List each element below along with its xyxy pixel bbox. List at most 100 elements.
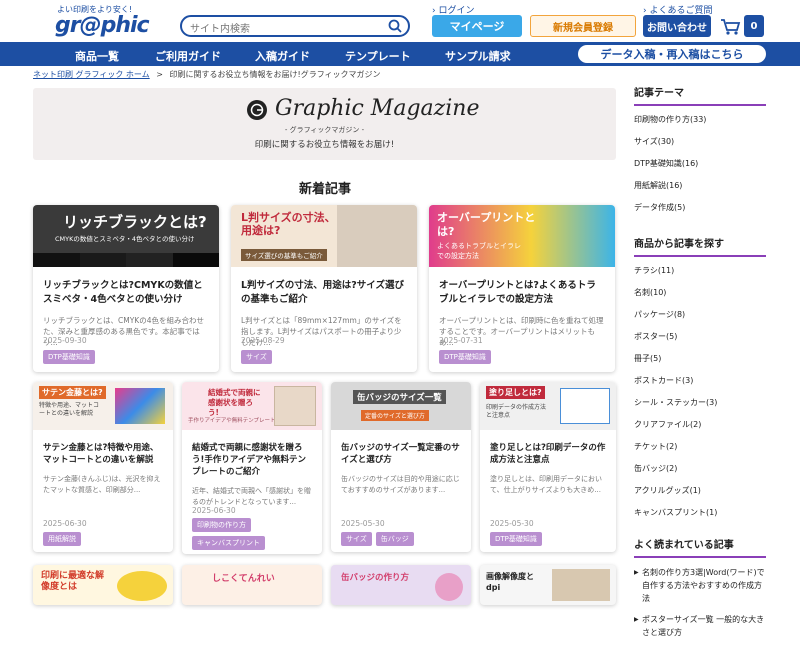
sidebar-theme-item[interactable]: 用紙解説(16) (634, 180, 766, 191)
thumb-title: 結婚式で両親に感謝状を贈ろう! (208, 388, 261, 417)
tag[interactable]: DTP基礎知識 (439, 350, 491, 364)
article-date: 2025-08-29 (241, 336, 285, 345)
sidebar-product-item[interactable]: アクリルグッズ(1) (634, 485, 766, 496)
mypage-button[interactable]: マイページ (432, 15, 522, 37)
paper-sample-image (115, 388, 165, 424)
popular-article-link[interactable]: 名刺の作り方3選|Word(ワード)で自作する方法やおすすめの作成方法 (634, 566, 766, 605)
thumb-title: サテン金藤とは? (39, 386, 106, 399)
article-thumbnail: L判サイズの寸法、用途は? サイズ選びの基準もご紹介 (231, 205, 417, 267)
thumb-title: L判サイズの寸法、用途は? (241, 211, 336, 237)
article-tags: DTP基礎知識 (43, 350, 213, 364)
nav-item-products[interactable]: 商品一覧 (75, 48, 119, 64)
header: よい印刷をより安く! gr@phic › ログイン › よくあるご質問 マイペー… (0, 0, 800, 42)
contact-button[interactable]: お問い合わせ (643, 15, 711, 37)
sunflower-image (117, 571, 167, 601)
article-thumbnail: リッチブラックとは? CMYKの数値とスミベタ・4色ベタとの使い分け (33, 205, 219, 267)
nav-item-samples[interactable]: サンプル請求 (445, 48, 511, 64)
thumb-title: しこくてんれい (212, 574, 275, 584)
article-thumbnail: オーバープリントとは? よくあるトラブルとイラレでの設定方法 (429, 205, 615, 267)
sidebar-product-item[interactable]: キャンバスプリント(1) (634, 507, 766, 518)
thumb-title: 印刷に最適な解像度とは (41, 571, 105, 592)
article-card[interactable]: 塗り足しとは? 印刷データの作成方法と注意点 塗り足しとは?印刷データの作成方法… (480, 382, 616, 552)
tag[interactable]: DTP基礎知識 (490, 532, 542, 546)
search-box[interactable] (180, 15, 410, 39)
sidebar-product-item[interactable]: シール・ステッカー(3) (634, 397, 766, 408)
article-title[interactable]: リッチブラックとは?CMYKの数値とスミベタ・4色ベタとの使い分け (43, 279, 209, 307)
article-card[interactable]: リッチブラックとは? CMYKの数値とスミベタ・4色ベタとの使い分け リッチブラ… (33, 205, 219, 372)
sidebar-product-item[interactable]: パッケージ(8) (634, 309, 766, 320)
cart-count-badge[interactable]: 0 (744, 15, 764, 37)
breadcrumb: ネット印刷 グラフィック ホーム > 印刷に関するお役立ち情報をお届け!グラフィ… (33, 69, 381, 80)
article-thumbnail: 缶バッジのサイズ一覧 定番のサイズと選び方 (331, 382, 471, 430)
cart-icon[interactable] (718, 15, 742, 37)
data-submit-button[interactable]: データ入稿・再入稿はこちら (578, 45, 766, 63)
nav-item-submit-guide[interactable]: 入稿ガイド (255, 48, 310, 64)
nav-item-guide[interactable]: ご利用ガイド (155, 48, 221, 64)
bleed-diagram-image (560, 388, 610, 424)
article-excerpt: 近年、結婚式で両親へ「感謝状」を贈るのがトレンドとなっています... (192, 487, 311, 506)
popular-article-link[interactable]: ポスターサイズ一覧 一般的な大きさと選び方 (634, 613, 766, 639)
article-card[interactable]: 印刷に最適な解像度とは (33, 565, 173, 605)
sidebar-product-item[interactable]: ポスター(5) (634, 331, 766, 342)
sidebar-theme-item[interactable]: 印刷物の作り方(33) (634, 114, 766, 125)
article-title[interactable]: L判サイズの寸法、用途は?サイズ選びの基準もご紹介 (241, 279, 407, 307)
tag[interactable]: サイズ (341, 532, 372, 546)
sidebar-product-item[interactable]: 冊子(5) (634, 353, 766, 364)
logo[interactable]: gr@phic (55, 13, 150, 38)
article-title[interactable]: 結婚式で両親に感謝状を贈ろう!手作りアイデアや無料テンプレートのご紹介 (192, 442, 312, 478)
article-date: 2025-09-30 (43, 336, 87, 345)
article-title[interactable]: オーバープリントとは?よくあるトラブルとイラレでの設定方法 (439, 279, 605, 307)
tag[interactable]: キャンバスプリント (192, 536, 265, 550)
article-thumbnail: サテン金藤とは? 特徴や用途、マットコートとの違いを解説 (33, 382, 173, 430)
article-card[interactable]: 画像解像度とdpi (480, 565, 616, 605)
article-card[interactable]: 結婚式で両親に感謝状を贈ろう! 手作りアイデアや無料テンプレートのご紹介 結婚式… (182, 382, 322, 554)
article-card[interactable]: L判サイズの寸法、用途は? サイズ選びの基準もご紹介 L判サイズの寸法、用途は?… (231, 205, 417, 372)
article-date: 2025-05-30 (490, 519, 534, 528)
magazine-logo-icon (247, 100, 267, 120)
article-title[interactable]: 缶バッジのサイズ一覧定番のサイズと選び方 (341, 442, 461, 466)
tag[interactable]: 用紙解説 (43, 532, 81, 546)
article-card[interactable]: サテン金藤とは? 特徴や用途、マットコートとの違いを解説 サテン金藤とは?特徴や… (33, 382, 173, 552)
article-card[interactable]: 缶バッジのサイズ一覧 定番のサイズと選び方 缶バッジのサイズ一覧定番のサイズと選… (331, 382, 471, 552)
article-title[interactable]: 塗り足しとは?印刷データの作成方法と注意点 (490, 442, 606, 466)
sidebar-product-item[interactable]: チケット(2) (634, 441, 766, 452)
article-date: 2025-06-30 (192, 506, 236, 515)
breadcrumb-separator: > (156, 70, 163, 79)
article-tags: サイズ (241, 350, 411, 364)
sidebar-product-item[interactable]: 缶バッジ(2) (634, 463, 766, 474)
tag[interactable]: DTP基礎知識 (43, 350, 95, 364)
article-tags: DTP基礎知識 (490, 532, 615, 546)
search-input[interactable] (190, 20, 380, 39)
thumb-title: リッチブラックとは? (63, 213, 207, 231)
article-date: 2025-06-30 (43, 519, 87, 528)
sidebar-product-item[interactable]: 名刺(10) (634, 287, 766, 298)
article-card[interactable]: 缶バッジの作り方 (331, 565, 471, 605)
article-title[interactable]: サテン金藤とは?特徴や用途、マットコートとの違いを解説 (43, 442, 163, 466)
black-swatches (33, 253, 219, 267)
article-thumbnail: 結婚式で両親に感謝状を贈ろう! 手作りアイデアや無料テンプレートのご紹介 (182, 382, 322, 430)
tag[interactable]: サイズ (241, 350, 272, 364)
dog-photo-image (552, 569, 610, 601)
breadcrumb-current: 印刷に関するお役立ち情報をお届け!グラフィックマガジン (169, 70, 381, 79)
article-excerpt: 塗り足しとは、印刷用データにおいて、仕上がりサイズよりも大きめ... (490, 475, 602, 494)
sidebar-product-item[interactable]: クリアファイル(2) (634, 419, 766, 430)
sidebar: 記事テーマ 印刷物の作り方(33) サイズ(30) DTP基礎知識(16) 用紙… (634, 84, 766, 647)
tag[interactable]: 缶バッジ (375, 532, 414, 546)
sidebar-product-item[interactable]: チラシ(11) (634, 265, 766, 276)
thumb-subtitle: CMYKの数値とスミベタ・4色ベタとの使い分け (55, 235, 195, 243)
magazine-hero: Graphic Magazine - グラフィックマガジン - 印刷に関するお役… (33, 88, 616, 160)
register-button[interactable]: 新規会員登録 (530, 15, 636, 37)
article-card[interactable]: しこくてんれい (182, 565, 322, 605)
main-nav: 商品一覧 ご利用ガイド 入稿ガイド テンプレート サンプル請求 データ入稿・再入… (0, 42, 800, 66)
article-excerpt: サテン金藤(きんふじ)は、光沢を抑えたマットな質感と、印刷部分... (43, 475, 161, 494)
sidebar-theme-item[interactable]: データ作成(5) (634, 202, 766, 213)
tag[interactable]: 印刷物の作り方 (192, 518, 251, 532)
breadcrumb-home-link[interactable]: ネット印刷 グラフィック ホーム (33, 70, 150, 79)
article-card[interactable]: オーバープリントとは? よくあるトラブルとイラレでの設定方法 オーバープリントと… (429, 205, 615, 372)
sidebar-theme-item[interactable]: サイズ(30) (634, 136, 766, 147)
sidebar-product-item[interactable]: ポストカード(3) (634, 375, 766, 386)
nav-item-templates[interactable]: テンプレート (345, 48, 411, 64)
new-articles-heading: 新着記事 (298, 182, 351, 197)
sidebar-theme-item[interactable]: DTP基礎知識(16) (634, 158, 766, 169)
search-icon[interactable] (388, 19, 402, 33)
